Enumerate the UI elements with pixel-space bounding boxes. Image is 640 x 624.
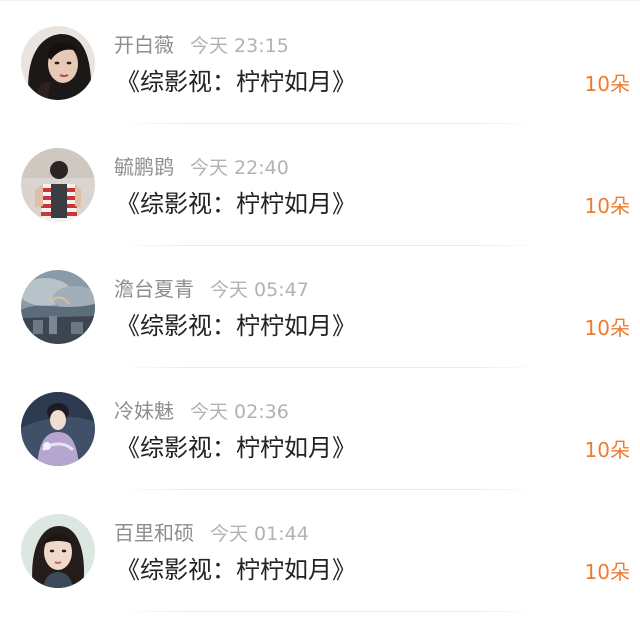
timestamp: 今天 01:44: [210, 523, 309, 545]
gift-amount: 10朵: [584, 316, 630, 340]
costume-woman-avatar-icon[interactable]: [21, 392, 95, 466]
person-striped-shirt-avatar-icon[interactable]: [21, 148, 95, 222]
user-name[interactable]: 冷妹魅: [114, 399, 174, 423]
user-name[interactable]: 百里和硕: [114, 521, 194, 545]
list-item[interactable]: 百里和硕 今天 01:44 《综影视：柠柠如月》 10朵: [0, 490, 640, 612]
list-item[interactable]: 毓鹏鹍 今天 22:40 《综影视：柠柠如月》 10朵: [0, 124, 640, 246]
user-name[interactable]: 毓鹏鹍: [114, 155, 174, 179]
book-title[interactable]: 《综影视：柠柠如月》: [116, 187, 356, 221]
list-item[interactable]: 开白薇 今天 23:15 《综影视：柠柠如月》 10朵: [0, 2, 640, 124]
timestamp: 今天 22:40: [190, 157, 289, 179]
book-title[interactable]: 《综影视：柠柠如月》: [116, 431, 356, 465]
list-item[interactable]: 澹台夏青 今天 05:47 《综影视：柠柠如月》 10朵: [0, 246, 640, 368]
portrait-woman-avatar-icon[interactable]: [21, 514, 95, 588]
item-meta: 冷妹魅 今天 02:36: [114, 396, 289, 426]
gift-record-list: 开白薇今天 23:15 《综影视：柠柠如月》 10朵 毓鹏鹍今天 22:40: [0, 0, 640, 624]
gift-amount: 10朵: [584, 438, 630, 462]
item-meta: 澹台夏青 今天 05:47: [114, 274, 309, 304]
top-divider: [0, 0, 640, 1]
user-name[interactable]: 开白薇: [114, 33, 174, 57]
book-title[interactable]: 《综影视：柠柠如月》: [116, 553, 356, 587]
timestamp: 今天 02:36: [190, 401, 289, 423]
item-meta: 毓鹏鹍 今天 22:40: [114, 152, 289, 182]
timestamp: 今天 05:47: [210, 279, 309, 301]
gift-amount: 10朵: [584, 560, 630, 584]
cloudy-landscape-avatar-icon[interactable]: [21, 270, 95, 344]
book-title[interactable]: 《综影视：柠柠如月》: [116, 309, 356, 343]
gift-amount: 10朵: [584, 72, 630, 96]
item-meta: 开白薇 今天 23:15: [114, 30, 289, 60]
item-meta: 百里和硕 今天 01:44: [114, 518, 309, 548]
item-divider: [120, 611, 540, 612]
portrait-dark-hair-avatar-icon[interactable]: [21, 26, 95, 100]
gift-amount: 10朵: [584, 194, 630, 218]
book-title[interactable]: 《综影视：柠柠如月》: [116, 65, 356, 99]
user-name[interactable]: 澹台夏青: [114, 277, 194, 301]
list-item[interactable]: 冷妹魅 今天 02:36 《综影视：柠柠如月》 10朵: [0, 368, 640, 490]
timestamp: 今天 23:15: [190, 35, 289, 57]
